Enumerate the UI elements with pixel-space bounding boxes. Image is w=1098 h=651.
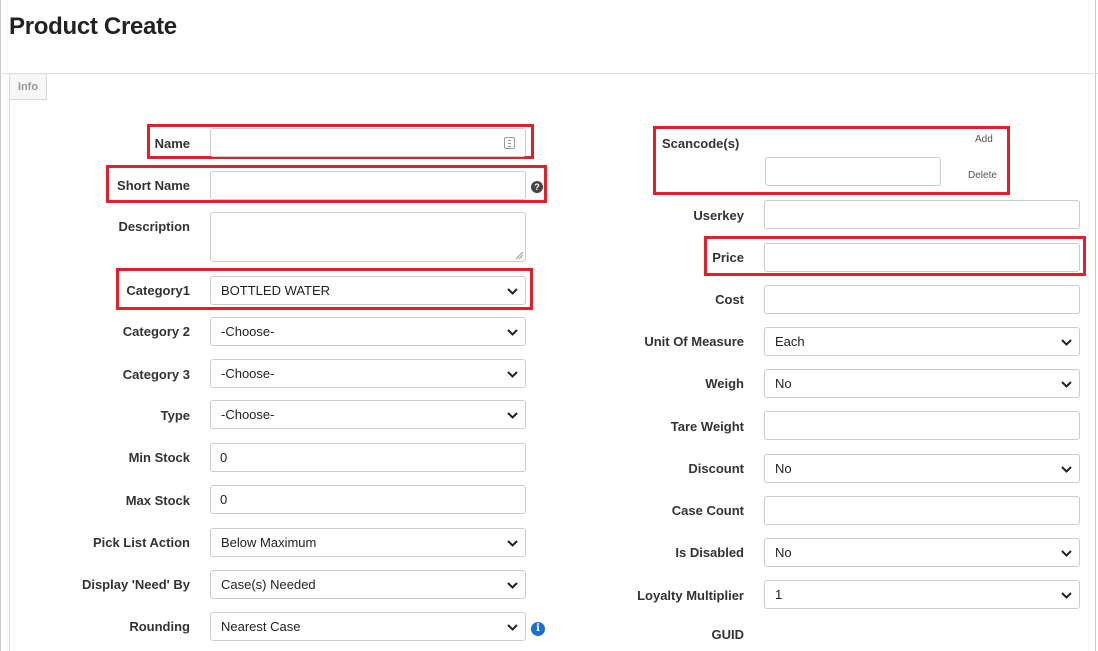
- chevron-down-icon: [507, 329, 518, 336]
- loyalty-multiplier-select[interactable]: 1: [764, 580, 1080, 609]
- type-select[interactable]: -Choose-: [210, 400, 526, 429]
- price-label: Price: [712, 250, 744, 265]
- description-label: Description: [118, 219, 190, 234]
- cost-input[interactable]: [764, 285, 1080, 314]
- category3-label: Category 3: [122, 367, 190, 382]
- name-label: Name: [154, 136, 190, 151]
- category1-value: BOTTLED WATER: [221, 283, 331, 298]
- unit-of-measure-label: Unit Of Measure: [644, 334, 744, 349]
- is-disabled-select[interactable]: No: [764, 538, 1080, 567]
- guid-label: GUID: [711, 627, 745, 642]
- chevron-down-icon: [507, 412, 518, 419]
- discount-select[interactable]: No: [764, 454, 1080, 483]
- max-stock-input[interactable]: [210, 485, 526, 514]
- is-disabled-label: Is Disabled: [675, 545, 744, 560]
- type-label: Type: [160, 408, 190, 423]
- min-stock-input[interactable]: [210, 443, 526, 472]
- question-icon[interactable]: ?: [531, 181, 543, 193]
- category3-select[interactable]: -Choose-: [210, 359, 526, 388]
- scancodes-label: Scancode(s): [662, 136, 740, 151]
- is-disabled-value: No: [775, 545, 792, 560]
- chevron-down-icon: [507, 540, 518, 547]
- scancode-input[interactable]: [765, 157, 941, 186]
- case-count-input[interactable]: [764, 496, 1080, 525]
- category3-value: -Choose-: [221, 366, 275, 381]
- rounding-value: Nearest Case: [221, 619, 301, 634]
- header-divider: [0, 73, 1098, 74]
- discount-label: Discount: [688, 461, 744, 476]
- category1-select[interactable]: BOTTLED WATER: [210, 276, 526, 305]
- weigh-label: Weigh: [705, 376, 744, 391]
- info-icon[interactable]: i: [531, 622, 545, 636]
- chevron-down-icon: [1061, 550, 1072, 557]
- short-name-input[interactable]: [210, 171, 526, 200]
- display-need-by-select[interactable]: Case(s) Needed: [210, 570, 526, 599]
- category1-label: Category1: [126, 283, 190, 298]
- category2-value: -Choose-: [221, 324, 275, 339]
- max-stock-label: Max Stock: [125, 493, 190, 508]
- cost-label: Cost: [715, 292, 744, 307]
- resize-grip-icon[interactable]: [515, 251, 523, 259]
- chevron-down-icon: [1061, 592, 1072, 599]
- display-need-by-value: Case(s) Needed: [221, 577, 316, 592]
- rounding-label: Rounding: [129, 619, 190, 634]
- tab-info[interactable]: Info: [9, 74, 47, 100]
- keyboard-icon[interactable]: [504, 137, 515, 149]
- chevron-down-icon: [507, 582, 518, 589]
- chevron-down-icon: [507, 288, 518, 295]
- category2-select[interactable]: -Choose-: [210, 317, 526, 346]
- case-count-label: Case Count: [671, 503, 744, 518]
- page-title: Product Create: [9, 13, 177, 40]
- unit-of-measure-select[interactable]: Each: [764, 327, 1080, 356]
- chevron-down-icon: [507, 371, 518, 378]
- category2-label: Category 2: [122, 324, 190, 339]
- loyalty-multiplier-value: 1: [775, 587, 783, 602]
- panel-border: [9, 100, 10, 651]
- scancode-delete-link[interactable]: Delete: [968, 170, 997, 181]
- rounding-select[interactable]: Nearest Case: [210, 612, 526, 641]
- weigh-select[interactable]: No: [764, 369, 1080, 398]
- scancode-add-link[interactable]: Add: [975, 134, 993, 145]
- chevron-down-icon: [1061, 339, 1072, 346]
- loyalty-multiplier-label: Loyalty Multiplier: [637, 588, 744, 603]
- chevron-down-icon: [1061, 381, 1072, 388]
- chevron-down-icon: [507, 624, 518, 631]
- type-value: -Choose-: [221, 407, 275, 422]
- display-need-by-label: Display 'Need' By: [81, 577, 190, 592]
- pick-list-action-select[interactable]: Below Maximum: [210, 528, 526, 557]
- userkey-input[interactable]: [764, 200, 1080, 229]
- userkey-label: Userkey: [693, 208, 744, 223]
- price-input[interactable]: [764, 243, 1080, 272]
- name-input[interactable]: [210, 128, 526, 157]
- pick-list-action-label: Pick List Action: [92, 535, 190, 550]
- min-stock-label: Min Stock: [128, 450, 190, 465]
- pick-list-action-value: Below Maximum: [221, 535, 317, 550]
- tare-weight-label: Tare Weight: [670, 419, 744, 434]
- tare-weight-input[interactable]: [764, 411, 1080, 440]
- weigh-value: No: [775, 376, 792, 391]
- unit-of-measure-value: Each: [775, 334, 805, 349]
- chevron-down-icon: [1061, 466, 1072, 473]
- short-name-label: Short Name: [117, 178, 190, 193]
- description-textarea[interactable]: [210, 212, 526, 262]
- discount-value: No: [775, 461, 792, 476]
